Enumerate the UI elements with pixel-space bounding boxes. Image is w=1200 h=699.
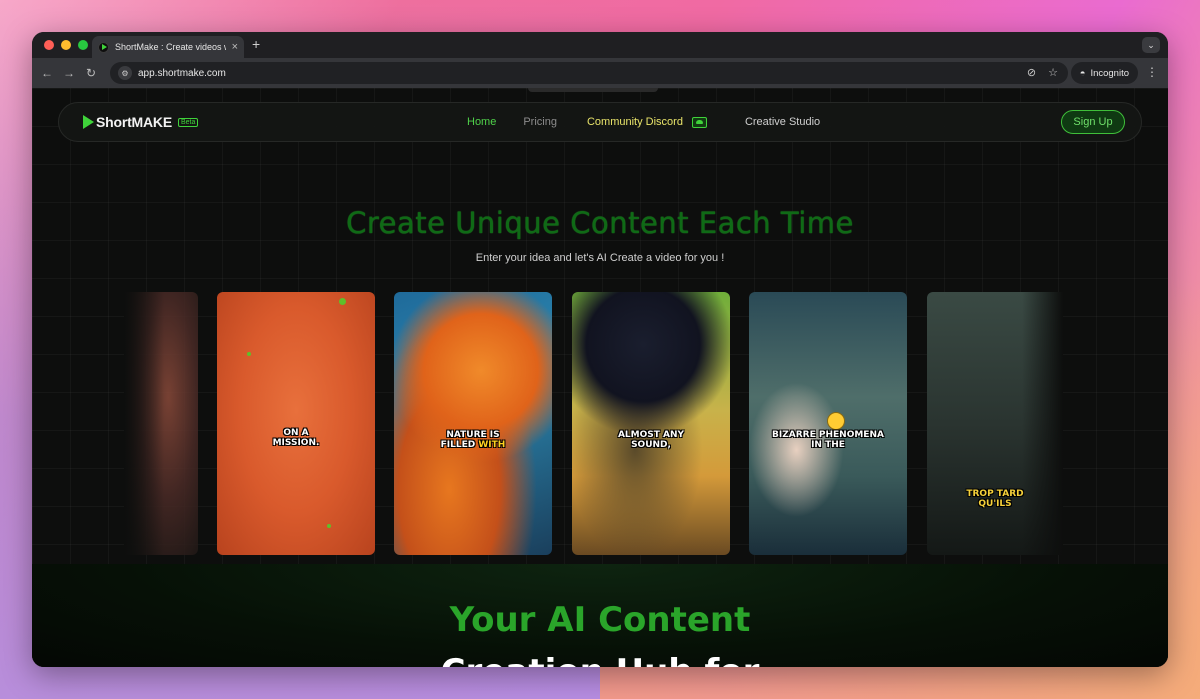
- nav-links: Home Pricing Community Discord Creative …: [467, 116, 820, 128]
- browser-window: ShortMake : Create videos wi × + ⌄ ← → ↻…: [32, 32, 1168, 667]
- tab-search-chevron-icon[interactable]: ⌄: [1142, 37, 1160, 53]
- tab-strip: ShortMake : Create videos wi × + ⌄: [32, 32, 1168, 58]
- video-caption: ON A MISSION.: [217, 428, 375, 448]
- video-card[interactable]: NATURE IS FILLED WITH: [394, 292, 552, 555]
- incognito-icon: ◓: [1079, 67, 1086, 79]
- caption-line: ALMOST ANY: [617, 430, 685, 440]
- site-navbar: ShortMAKE Beta Home Pricing Community Di…: [58, 102, 1142, 142]
- caption-word: FILLED: [440, 440, 479, 450]
- nav-pricing-link[interactable]: Pricing: [523, 116, 557, 128]
- close-window-button[interactable]: [44, 40, 54, 50]
- back-arrow-icon[interactable]: ←: [36, 66, 58, 80]
- maximize-window-button[interactable]: [78, 40, 88, 50]
- hub-heading-line2: Creation Hub for: [32, 652, 1168, 667]
- site-info-icon[interactable]: ⚙: [118, 66, 132, 80]
- video-card[interactable]: ON A MISSION.: [217, 292, 375, 555]
- caption-line: ON A: [283, 428, 309, 438]
- hub-heading-line1: Your AI Content: [449, 600, 751, 640]
- tab-close-icon[interactable]: ×: [232, 41, 238, 53]
- window-controls: [44, 40, 88, 50]
- nav-studio-link[interactable]: Creative Studio: [745, 116, 820, 128]
- sparkle: [339, 298, 346, 305]
- hero-subtitle: Enter your idea and let's AI Create a vi…: [475, 252, 725, 264]
- caption-line: FILLED WITH: [394, 440, 552, 450]
- site-logo[interactable]: ShortMAKE Beta: [83, 114, 199, 130]
- eye-off-icon[interactable]: ⊘: [1027, 66, 1036, 79]
- browser-toolbar: ← → ↻ ⚙ app.shortmake.com ⊘ ☆ ◓ Incognit…: [32, 58, 1168, 88]
- hub-section: Your AI Content Creation Hub for: [32, 564, 1168, 667]
- incognito-indicator[interactable]: ◓ Incognito: [1070, 62, 1138, 84]
- beta-badge: Beta: [177, 117, 199, 127]
- page-content: ShortMAKE Beta Home Pricing Community Di…: [32, 88, 1168, 667]
- favicon-play-icon: [98, 41, 109, 53]
- video-carousel: ON A MISSION. NATURE IS FILLED WITH ALMO…: [32, 292, 1168, 555]
- url-text: app.shortmake.com: [138, 67, 226, 79]
- incognito-label: Incognito: [1090, 67, 1129, 79]
- carousel-fade-left: [124, 292, 164, 555]
- sparkle: [247, 352, 251, 356]
- caption-line: IN THE: [811, 440, 845, 450]
- caption-line: NATURE IS: [446, 430, 500, 440]
- address-bar[interactable]: ⚙ app.shortmake.com: [110, 62, 1068, 84]
- discord-icon: [691, 116, 707, 128]
- surprised-emoji-icon: [827, 412, 845, 430]
- carousel-fade-right: [1022, 292, 1063, 555]
- video-card[interactable]: BIZARRE PHENOMENA IN THE: [749, 292, 907, 555]
- forward-arrow-icon[interactable]: →: [58, 66, 80, 80]
- tab-title: ShortMake : Create videos wi: [115, 42, 226, 52]
- play-logo-icon: [83, 115, 94, 129]
- nav-home-link[interactable]: Home: [467, 116, 496, 128]
- reload-icon[interactable]: ↻: [80, 66, 102, 80]
- caption-line: MISSION.: [272, 438, 320, 448]
- top-decoration: [528, 88, 658, 92]
- sparkle: [327, 524, 331, 528]
- logo-text: ShortMAKE: [96, 114, 172, 130]
- nav-discord-label: Community Discord: [586, 116, 683, 128]
- hero-title: Create Unique Content Each Time: [346, 206, 854, 240]
- browser-menu-icon[interactable]: ⋮: [1146, 65, 1158, 79]
- caption-line: BIZARRE PHENOMENA: [772, 430, 884, 440]
- video-caption: BIZARRE PHENOMENA IN THE: [749, 430, 907, 450]
- video-caption: ALMOST ANY SOUND,: [572, 430, 730, 450]
- minimize-window-button[interactable]: [61, 40, 71, 50]
- caption-highlight-word: WITH: [478, 440, 506, 450]
- video-caption: NATURE IS FILLED WITH: [394, 430, 552, 450]
- video-card[interactable]: ALMOST ANY SOUND,: [572, 292, 730, 555]
- sign-up-button[interactable]: Sign Up: [1061, 110, 1125, 134]
- nav-discord-link[interactable]: Community Discord: [587, 116, 707, 128]
- browser-tab[interactable]: ShortMake : Create videos wi ×: [92, 36, 244, 58]
- omnibox-actions: ⊘ ☆: [1027, 66, 1058, 79]
- caption-line: SOUND,: [631, 440, 671, 450]
- bookmark-star-icon[interactable]: ☆: [1048, 66, 1058, 79]
- new-tab-button[interactable]: +: [252, 36, 260, 52]
